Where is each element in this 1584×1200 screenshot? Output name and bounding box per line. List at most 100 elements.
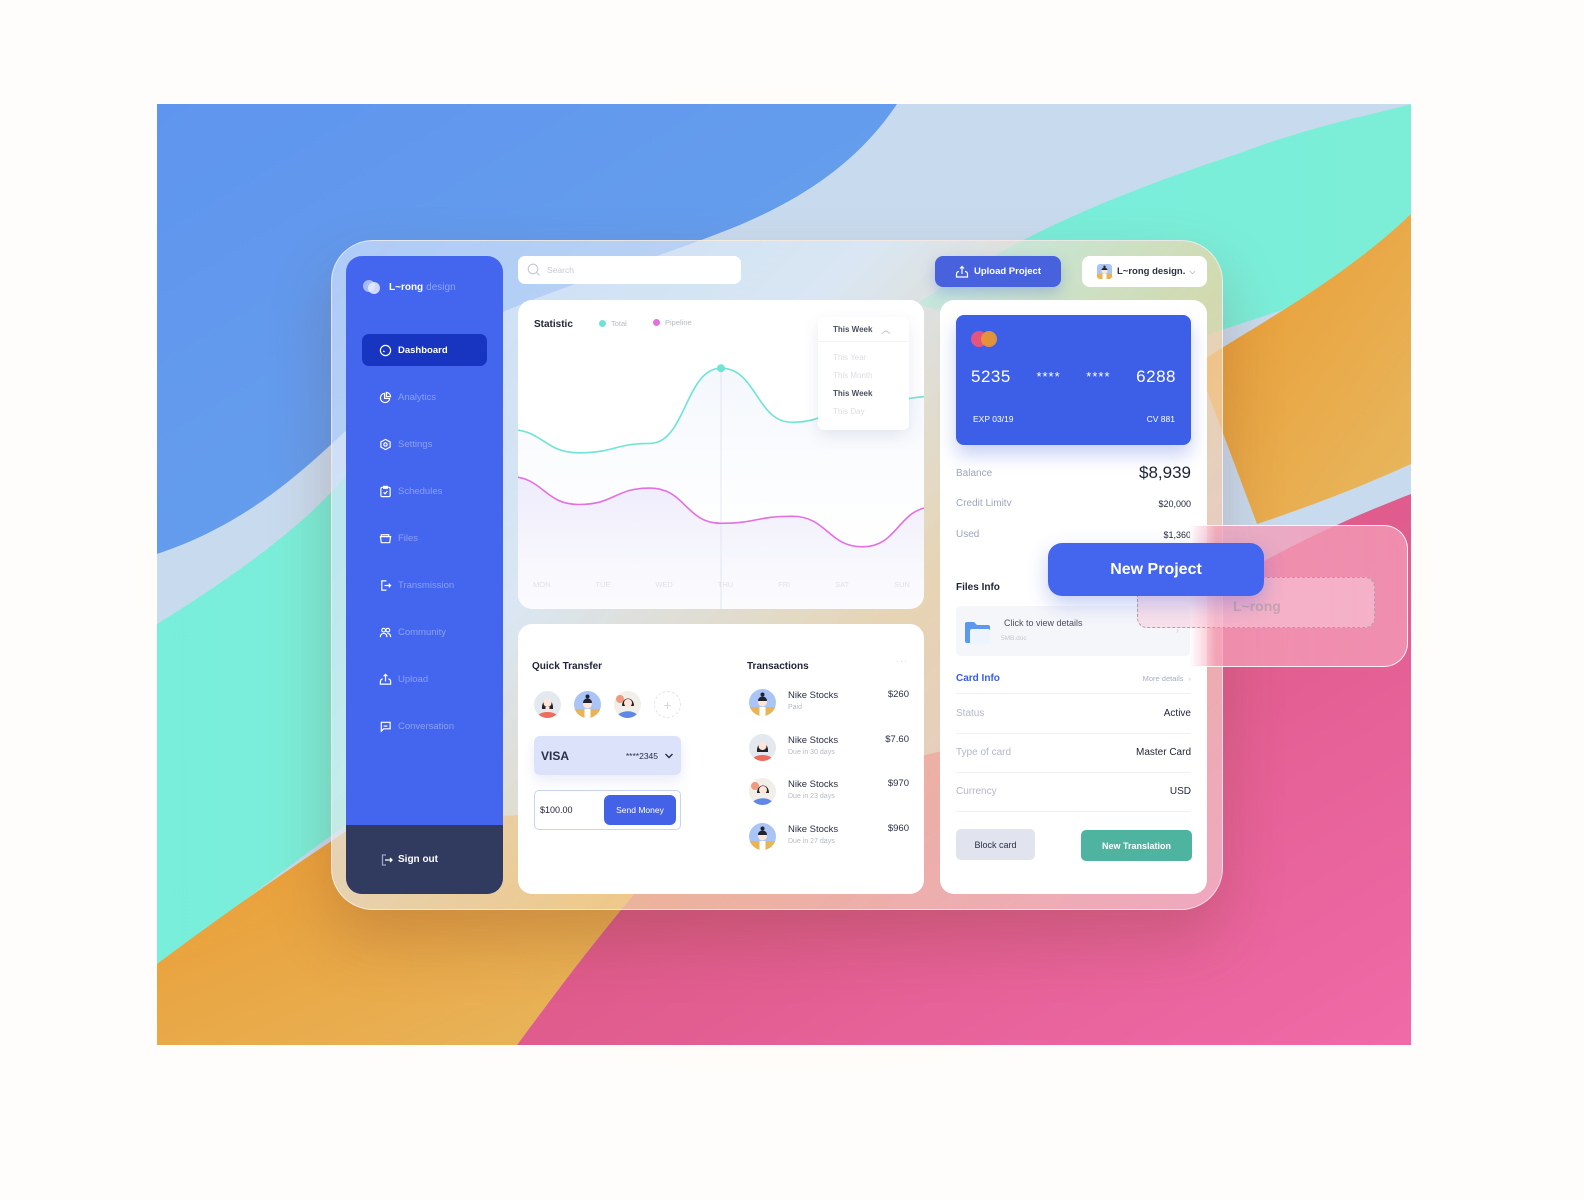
block-card-button[interactable]: Block card (956, 829, 1035, 860)
sidebar-item-settings[interactable]: Settings (362, 428, 487, 460)
card-info-title: Card Info (956, 673, 1000, 684)
folder-open-icon (378, 531, 392, 545)
quick-transfer-title: Quick Transfer (532, 661, 603, 672)
period-option-month[interactable]: This Month (818, 367, 909, 385)
sidebar-item-label: Dashboard (398, 344, 448, 356)
highlight-point[interactable] (717, 364, 725, 373)
card-info-rows: Status Active Type of card Master Card C… (956, 693, 1191, 812)
new-project-button[interactable]: New Project (1048, 543, 1264, 596)
sidebar-item-dashboard[interactable]: Dashboard (362, 334, 487, 366)
credit-card[interactable]: 5235 **** **** 6288 EXP 03/19 CV 881 (956, 315, 1191, 445)
contact-avatar-3[interactable] (614, 691, 641, 718)
legend-dot-total (599, 320, 606, 327)
sidebar-item-transmission[interactable]: Transmission (362, 569, 487, 601)
credit-limit-label: Credit Limitv (956, 498, 1012, 509)
transaction-avatar (749, 689, 776, 716)
sidebar-item-label: Settings (398, 438, 433, 450)
transaction-amount: $260 (887, 689, 909, 700)
x-tick-label: TUE (595, 580, 611, 589)
sidebar-item-analytics[interactable]: Analytics (362, 381, 487, 413)
chevron-up-icon: ︿ (881, 324, 891, 335)
sidebar-item-label: Community (398, 626, 447, 638)
users-icon (378, 625, 392, 639)
statistic-title: Statistic (534, 319, 573, 330)
brand-name: L~rong (389, 281, 424, 293)
upload-project-label: Upload Project (973, 266, 1042, 277)
credit-limit-value: $20,000 (1158, 498, 1191, 509)
sidebar-item-community[interactable]: Community (362, 616, 487, 648)
legend-label: Pipeline (665, 318, 692, 327)
pie-chart-icon (378, 390, 392, 404)
search-bar[interactable] (518, 256, 741, 284)
sign-out-button[interactable]: Sign out (346, 825, 503, 894)
card-selector[interactable]: VISA ****2345 (534, 736, 681, 775)
upload-project-button[interactable]: Upload Project (935, 256, 1061, 287)
transfer-panel: Quick Transfer + VISA ****2345 Send Mone… (518, 624, 924, 894)
brand-suffix: design (426, 281, 456, 293)
mastercard-logo-icon (971, 331, 1003, 347)
more-details-link[interactable]: More details › (1143, 674, 1191, 683)
period-dropdown-toggle[interactable]: This Week ︿ (818, 317, 909, 342)
period-option-day[interactable]: This Day (818, 403, 909, 421)
transaction-status: Due in 30 days (788, 748, 835, 756)
x-tick-label: WED (655, 580, 673, 589)
period-option-week[interactable]: This Week (818, 385, 909, 403)
sidebar-item-upload[interactable]: Upload (362, 663, 487, 695)
sidebar-item-label: Conversation (398, 720, 454, 732)
contact-avatar-1[interactable] (534, 691, 561, 718)
chevron-down-icon (665, 753, 673, 758)
sidebar-item-schedules[interactable]: Schedules (362, 475, 487, 507)
sidebar-item-label: Schedules (398, 485, 443, 497)
transaction-row[interactable]: Nike Stocks Due in 27 days $960 (749, 822, 909, 868)
more-details-label: More details (1142, 674, 1184, 683)
card-number-mask: **** (1036, 369, 1061, 384)
send-money-button[interactable]: Send Money (604, 795, 676, 825)
balance-value: $8,939 (1139, 463, 1191, 482)
brand: L~rong design (363, 280, 456, 294)
transaction-row[interactable]: Nike Stocks Paid $260 (749, 689, 909, 734)
user-name: L~rong design. (1117, 266, 1186, 277)
card-info-row: Type of card Master Card (956, 732, 1191, 773)
sidebar-item-conversation[interactable]: Conversation (362, 710, 487, 742)
send-money-form: Send Money (534, 790, 681, 830)
transaction-row[interactable]: Nike Stocks Due in 23 days $970 (749, 778, 909, 823)
x-tick-label: THU (717, 580, 734, 589)
period-dropdown[interactable]: This Week ︿ This Year This Month This We… (818, 317, 909, 430)
x-tick-label: FRI (778, 580, 791, 589)
sign-out-icon (381, 853, 393, 866)
card-info-value: Master Card (1135, 747, 1191, 759)
file-item-label: Click to view details (1004, 618, 1083, 628)
contact-avatar-2[interactable] (574, 691, 601, 718)
hexagon-settings-icon (378, 437, 392, 451)
used-label: Used (956, 529, 980, 540)
user-menu[interactable]: L~rong design. ⌵ (1082, 256, 1207, 287)
file-item-filename: 5MB.doc (1001, 635, 1027, 642)
used-value: $1,360 (1163, 529, 1191, 540)
search-input[interactable] (547, 265, 727, 275)
sidebar-item-files[interactable]: Files (362, 522, 487, 554)
sidebar: L~rong design Dashboard Analytics Settin… (346, 256, 503, 894)
chat-bubble-icon (378, 719, 392, 733)
export-arrow-icon (378, 578, 392, 592)
balance-row: Balance $8,939 (956, 463, 1191, 483)
transactions-list: Nike Stocks Paid $260 Nike Stocks Due in 3… (749, 689, 909, 867)
add-contact-button[interactable]: + (654, 691, 681, 718)
sidebar-item-label: Files (398, 532, 419, 544)
files-info-title: Files Info (956, 582, 1000, 593)
transaction-row[interactable]: Nike Stocks Due in 30 days $7.60 (749, 733, 909, 779)
sidebar-item-label: Transmission (398, 579, 455, 591)
transaction-amount: $970 (887, 778, 909, 789)
period-option-year[interactable]: This Year (818, 349, 909, 367)
transaction-name: Nike Stocks (788, 690, 839, 701)
amount-input[interactable] (540, 805, 600, 815)
transaction-name: Nike Stocks (788, 734, 839, 746)
new-translation-button[interactable]: New Translation (1081, 830, 1192, 861)
upload-icon (955, 265, 969, 278)
card-info-key: Type of card (956, 747, 1012, 759)
more-options-icon[interactable]: ··· (896, 656, 908, 666)
chevron-down-icon: ⌵ (1189, 266, 1196, 276)
legend-total: Total (599, 319, 627, 328)
card-brand: VISA (541, 748, 570, 763)
clipboard-check-icon (378, 484, 392, 498)
period-options: This Year This Month This Week This Day (818, 342, 909, 421)
